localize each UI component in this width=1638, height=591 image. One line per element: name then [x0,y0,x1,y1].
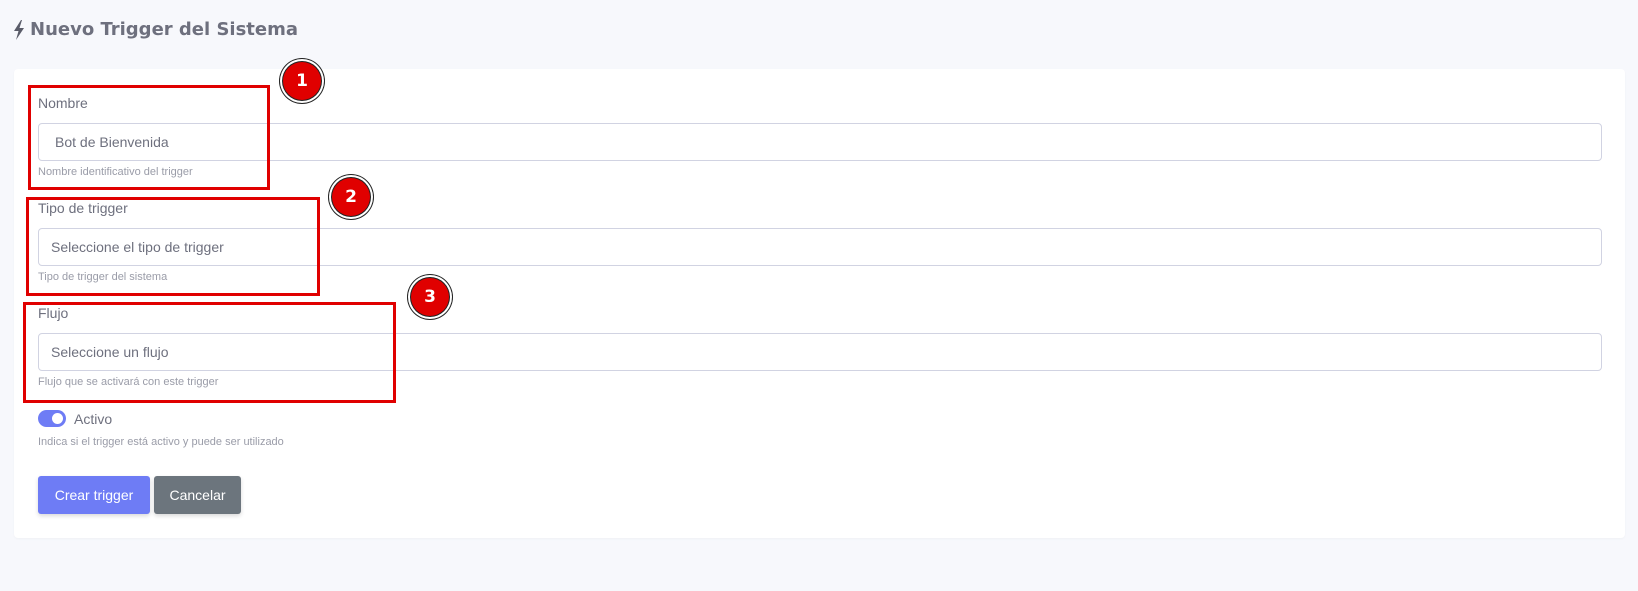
activo-label: Activo [74,411,113,427]
page-title: Nuevo Trigger del Sistema [13,19,298,40]
annotation-box-1 [28,85,270,190]
nombre-input[interactable]: Bot de Bienvenida [38,123,1602,161]
cancel-button[interactable]: Cancelar [154,476,241,514]
annotation-badge-2: 2 [332,178,370,216]
bolt-icon [13,19,25,40]
activo-help: Indica si el trigger está activo y puede… [38,436,284,448]
activo-toggle[interactable] [38,410,66,427]
annotation-box-3 [23,302,396,403]
create-trigger-button[interactable]: Crear trigger [38,476,150,514]
annotation-box-2 [26,197,320,296]
annotation-badge-3: 3 [411,278,449,316]
page-title-text: Nuevo Trigger del Sistema [30,19,299,40]
annotation-badge-1: 1 [283,62,321,100]
